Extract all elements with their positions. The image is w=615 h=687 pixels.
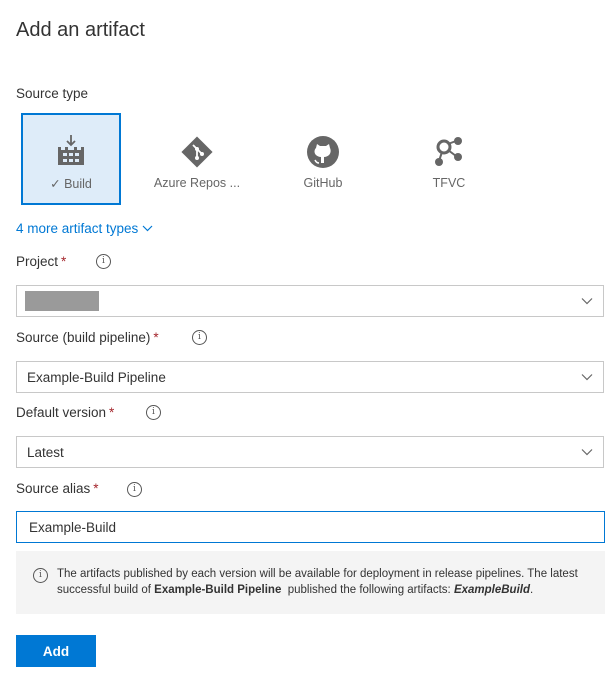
tfvc-icon	[435, 137, 462, 166]
note-text-part: .	[530, 584, 534, 596]
chevron-down-icon	[581, 298, 593, 305]
info-icon[interactable]: i	[96, 254, 111, 269]
build-icon	[58, 135, 84, 165]
tile-label: Build	[64, 177, 92, 191]
page-title: Add an artifact	[16, 19, 145, 41]
note-artifact-name: ExampleBuild	[453, 584, 531, 596]
info-icon: i	[33, 568, 48, 583]
tile-build[interactable]: ✓ Build	[21, 113, 121, 205]
note-text: The artifacts published by each version …	[57, 566, 597, 598]
project-label: Project *	[16, 254, 66, 269]
label-text: Source alias	[16, 481, 91, 496]
tile-tfvc[interactable]: TFVC	[399, 113, 499, 205]
tile-label: GitHub	[303, 176, 343, 190]
default-version-select[interactable]: Latest	[16, 436, 604, 468]
required-marker: *	[153, 330, 159, 345]
chevron-down-icon	[581, 374, 593, 381]
tile-azure-repos[interactable]: Azure Repos ...	[147, 113, 247, 205]
select-value: Example-Build Pipeline	[27, 370, 166, 385]
git-icon	[181, 136, 213, 168]
label-text: Default version	[16, 405, 107, 420]
source-label: Source (build pipeline) *	[16, 330, 159, 345]
source-type-label: Source type	[16, 86, 89, 101]
source-alias-input[interactable]	[17, 512, 604, 542]
required-marker: *	[93, 481, 99, 496]
info-icon[interactable]: i	[192, 330, 207, 345]
note-text-part: published the following artifacts:	[281, 584, 454, 596]
tile-github[interactable]: GitHub	[273, 113, 373, 205]
label-text: Source (build pipeline)	[16, 330, 151, 345]
chevron-down-icon	[142, 225, 153, 232]
more-artifact-types-link[interactable]: 4 more artifact types	[16, 221, 153, 236]
source-alias-label: Source alias *	[16, 481, 99, 496]
tile-label: Azure Repos ...	[153, 176, 241, 190]
default-version-label: Default version *	[16, 405, 114, 420]
required-marker: *	[109, 405, 115, 420]
source-pipeline-select[interactable]: Example-Build Pipeline	[16, 361, 604, 393]
project-select[interactable]	[16, 285, 604, 317]
add-button[interactable]: Add	[16, 635, 96, 667]
source-alias-field[interactable]	[16, 511, 605, 543]
select-value: Latest	[27, 445, 64, 460]
note-pipeline-name: Example-Build Pipeline	[154, 584, 282, 596]
info-icon[interactable]: i	[127, 482, 142, 497]
info-icon[interactable]: i	[146, 405, 161, 420]
github-icon	[307, 136, 339, 168]
more-link-label: 4 more artifact types	[16, 221, 139, 236]
info-note: i The artifacts published by each versio…	[16, 551, 605, 614]
redacted-project-name	[25, 291, 99, 311]
chevron-down-icon	[581, 449, 593, 456]
required-marker: *	[61, 254, 67, 269]
tile-label: TFVC	[432, 176, 466, 190]
check-icon: ✓	[50, 177, 61, 191]
label-text: Project	[16, 254, 59, 269]
